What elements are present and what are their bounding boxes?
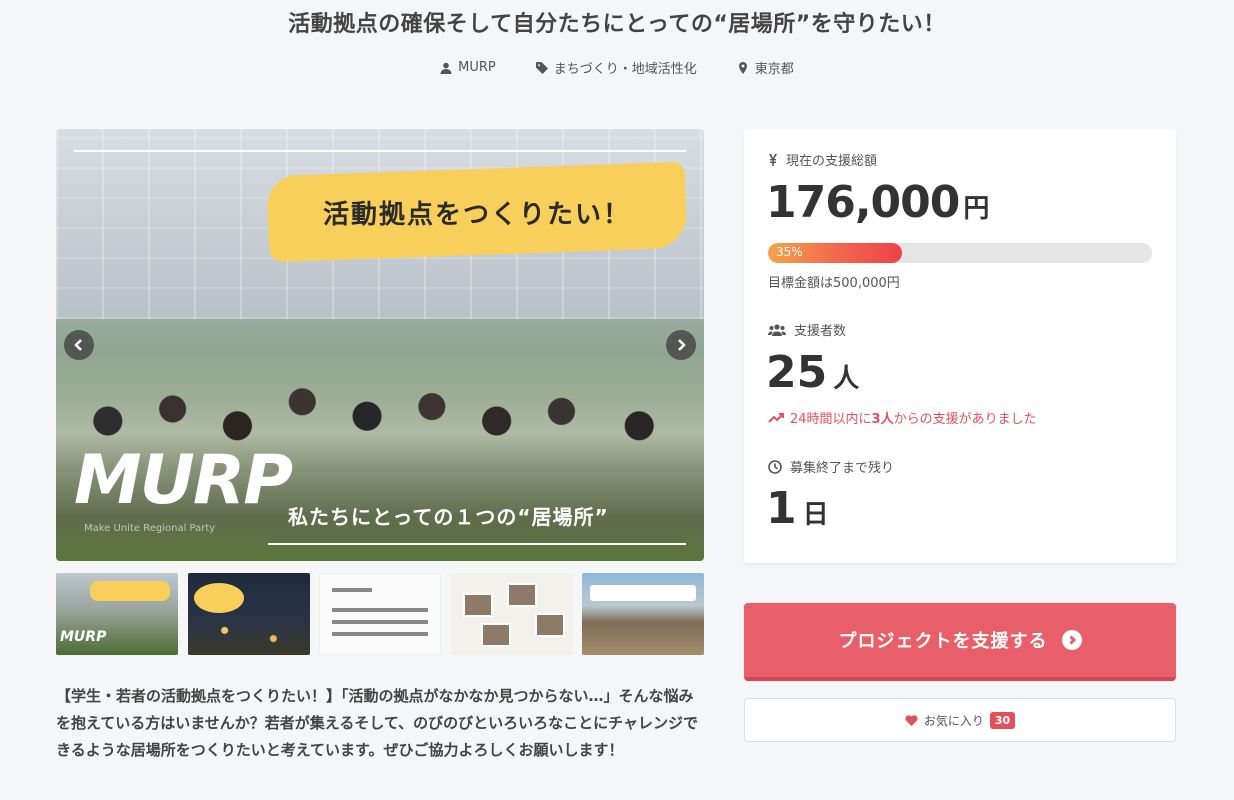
location-link[interactable]: 東京都 <box>737 58 794 77</box>
thumbnail-text-line <box>332 608 428 612</box>
favorite-label: お気に入り <box>923 713 984 728</box>
funding-progress-label: 35% <box>776 245 803 259</box>
tag-icon <box>535 61 548 74</box>
user-icon <box>440 62 452 74</box>
thumbnail-banner <box>90 581 170 601</box>
backers-count: 25 人 <box>766 347 859 398</box>
remaining-days-unit: 日 <box>802 500 829 530</box>
carousel-prev-button[interactable] <box>64 330 94 360</box>
remaining-days-value: 1 <box>766 483 797 534</box>
backers-label: 支援者数 <box>768 320 846 339</box>
goal-amount: 目標金額は500,000円 <box>768 276 900 291</box>
owner-name: MURP <box>458 60 496 75</box>
clock-icon <box>768 459 782 474</box>
heart-icon <box>905 714 918 726</box>
thumbnail-banner <box>193 583 244 613</box>
thumbnail-text-line <box>332 632 428 636</box>
remaining-days: 1日 <box>766 483 829 534</box>
thumbnail-3[interactable] <box>319 573 441 655</box>
trending-up-icon <box>768 412 784 423</box>
hero-banner-text: 活動拠点をつくりたい！ <box>322 199 631 230</box>
thumbnail-2[interactable] <box>187 573 310 655</box>
location-pin-icon <box>738 61 747 74</box>
recent-support-prefix: 24時間以内に <box>790 412 872 427</box>
project-meta: MURP まちづくり・地域活性化 東京都 <box>0 58 1234 77</box>
support-project-button[interactable]: プロジェクトを支援する <box>744 603 1176 681</box>
hero-divider-top <box>74 150 686 152</box>
hero-caption: 私たちにとっての１つの“居場所” <box>288 505 609 529</box>
hero-divider-bottom <box>268 543 686 545</box>
project-title: 活動拠点の確保そして自分たちにとっての“居場所”を守りたい！ <box>288 12 946 37</box>
location-name: 東京都 <box>754 62 794 77</box>
total-label-text: 現在の支援総額 <box>786 154 878 169</box>
backers-label-text: 支援者数 <box>794 324 847 339</box>
chevron-right-icon <box>678 339 686 351</box>
category-link[interactable]: まちづくり・地域活性化 <box>535 58 697 77</box>
main-image: 活動拠点をつくりたい！ MURP Make Unite Regional Par… <box>56 129 704 561</box>
backers-count-value: 25 <box>766 347 828 398</box>
thumbnail-text-line <box>332 588 372 592</box>
funding-progress-bar: 35% <box>768 243 1152 263</box>
thumbnail-logo: MURP <box>60 629 107 645</box>
category-name: まちづくり・地域活性化 <box>553 62 697 77</box>
recent-support-notice: 24時間以内に3人からの支援がありました <box>768 408 1037 427</box>
thumbnail-5[interactable] <box>582 573 704 655</box>
thumbnail-4[interactable] <box>450 573 573 655</box>
total-label: 現在の支援総額 <box>768 150 877 169</box>
thumbnail-strip: MURP <box>56 573 704 655</box>
chevron-left-icon <box>74 339 82 351</box>
favorite-button[interactable]: お気に入り 30 <box>744 698 1176 742</box>
total-amount-unit: 円 <box>963 194 989 224</box>
thumbnail-photo <box>480 623 511 647</box>
remaining-label: 募集終了まで残り <box>768 457 894 476</box>
total-amount: 176,000 円 <box>766 177 989 228</box>
arrow-circle-icon <box>1061 630 1082 650</box>
recent-support-suffix: からの支援がありました <box>893 412 1037 427</box>
total-amount-value: 176,000 <box>766 177 960 228</box>
backers-count-unit: 人 <box>833 364 860 394</box>
project-summary: 【学生・若者の活動拠点をつくりたい！】「活動の拠点がなかなか見つからない…」そん… <box>56 687 699 759</box>
thumbnail-1[interactable]: MURP <box>56 573 178 655</box>
thumbnail-banner <box>590 585 696 601</box>
yen-icon <box>769 153 777 166</box>
thumbnail-photo <box>462 593 493 617</box>
thumbnail-text-line <box>332 620 428 624</box>
users-icon <box>768 323 786 336</box>
thumbnail-photo <box>534 613 565 637</box>
murp-logo: MURP <box>74 441 293 520</box>
remaining-label-text: 募集終了まで残り <box>790 461 895 476</box>
hero-banner: 活動拠点をつくりたい！ <box>266 161 688 263</box>
murp-logo-subtext: Make Unite Regional Party <box>84 523 216 534</box>
favorite-count-badge: 30 <box>989 711 1016 729</box>
carousel-next-button[interactable] <box>666 330 696 360</box>
thumbnail-photo <box>506 583 537 607</box>
recent-support-count: 3人 <box>871 412 894 427</box>
stats-panel: 現在の支援総額 176,000 円 35% 目標金額は500,000円 支援者数 … <box>744 129 1176 563</box>
support-project-label: プロジェクトを支援する <box>838 631 1048 652</box>
owner-link[interactable]: MURP <box>440 58 496 77</box>
